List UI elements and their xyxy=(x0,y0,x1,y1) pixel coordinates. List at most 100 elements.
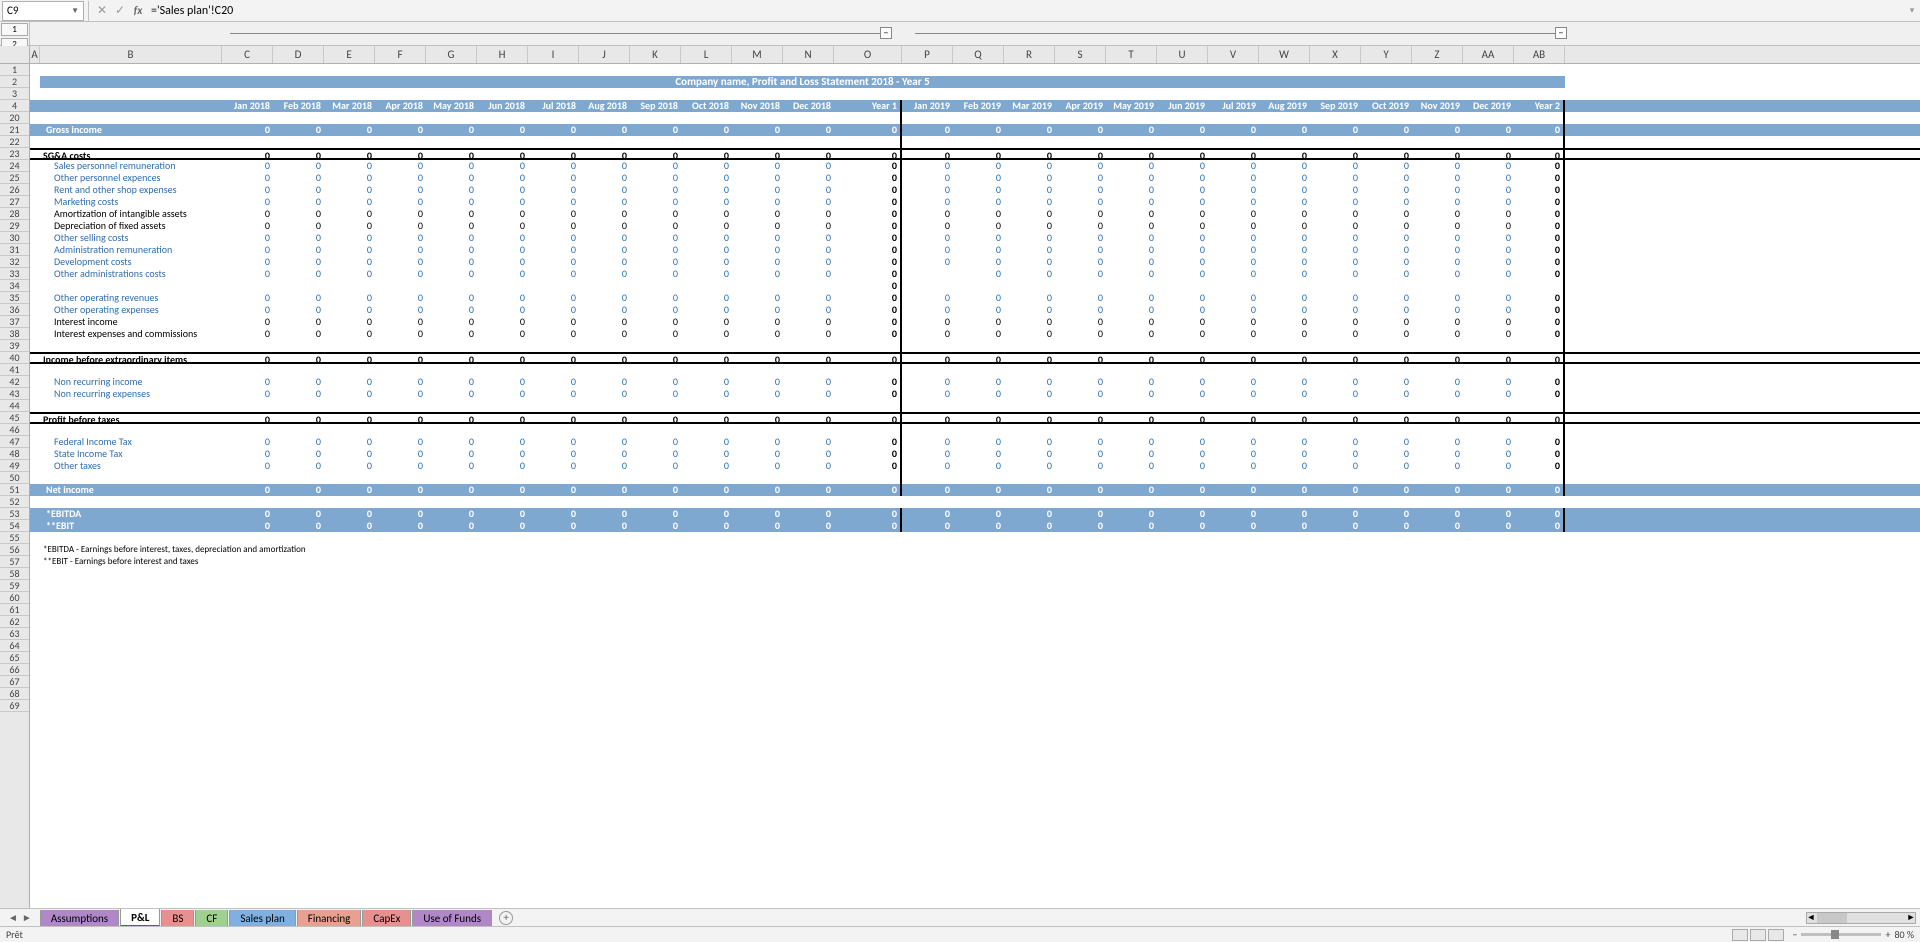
cell[interactable] xyxy=(1004,496,1055,508)
cell[interactable]: 0 xyxy=(783,414,834,422)
cell[interactable] xyxy=(902,136,953,148)
cell[interactable]: 0 xyxy=(1361,316,1412,328)
cell[interactable]: 0 xyxy=(273,268,324,280)
cell[interactable]: 0 xyxy=(1259,436,1310,448)
cell[interactable] xyxy=(953,568,1004,580)
cell[interactable]: 0 xyxy=(528,460,579,472)
cell[interactable]: 0 xyxy=(528,184,579,196)
cell[interactable] xyxy=(681,64,732,76)
cell[interactable]: 0 xyxy=(1412,354,1463,362)
cell[interactable] xyxy=(953,136,1004,148)
cell[interactable]: 0 xyxy=(1055,172,1106,184)
cell[interactable]: 0 xyxy=(375,376,426,388)
cell[interactable] xyxy=(1259,64,1310,76)
cell[interactable]: 0 xyxy=(426,436,477,448)
cell[interactable]: 0 xyxy=(732,184,783,196)
cell[interactable] xyxy=(375,664,426,676)
cell[interactable]: 0 xyxy=(1361,520,1412,532)
cell[interactable]: 0 xyxy=(783,268,834,280)
cell[interactable] xyxy=(1412,700,1463,712)
cell[interactable]: 0 xyxy=(1463,232,1514,244)
cell[interactable] xyxy=(1463,664,1514,676)
cell[interactable] xyxy=(630,688,681,700)
cell[interactable]: 0 xyxy=(426,316,477,328)
cell[interactable]: 0 xyxy=(732,376,783,388)
cell[interactable] xyxy=(953,676,1004,688)
cell[interactable]: 0 xyxy=(681,354,732,362)
cell[interactable]: 0 xyxy=(1463,220,1514,232)
cell[interactable] xyxy=(1208,136,1259,148)
cell[interactable] xyxy=(273,340,324,352)
cell[interactable] xyxy=(1310,64,1361,76)
cell[interactable] xyxy=(834,580,902,592)
cell[interactable]: 0 xyxy=(273,414,324,422)
column-header[interactable]: U xyxy=(1157,46,1208,63)
cell[interactable]: 0 xyxy=(1310,520,1361,532)
cell[interactable]: 0 xyxy=(426,124,477,136)
cell[interactable]: 0 xyxy=(1055,328,1106,340)
cell[interactable] xyxy=(375,280,426,292)
cell[interactable] xyxy=(1463,592,1514,604)
cell[interactable]: 0 xyxy=(732,388,783,400)
cell[interactable]: 0 xyxy=(834,280,902,292)
cell[interactable]: 0 xyxy=(1310,160,1361,172)
cell[interactable] xyxy=(426,640,477,652)
cell[interactable]: 0 xyxy=(783,388,834,400)
cell[interactable] xyxy=(1004,700,1055,712)
cell[interactable]: 0 xyxy=(1463,292,1514,304)
cell[interactable]: 0 xyxy=(1004,316,1055,328)
cell[interactable] xyxy=(681,364,732,376)
column-header[interactable]: F xyxy=(375,46,426,63)
cell[interactable]: 0 xyxy=(1463,160,1514,172)
cell[interactable] xyxy=(1208,592,1259,604)
cell[interactable] xyxy=(681,676,732,688)
cell[interactable]: 0 xyxy=(902,220,953,232)
cell[interactable]: 0 xyxy=(1259,256,1310,268)
cell[interactable]: 0 xyxy=(579,484,630,496)
cell[interactable]: 0 xyxy=(375,414,426,422)
cell[interactable] xyxy=(528,424,579,436)
cell[interactable]: 0 xyxy=(324,328,375,340)
cell[interactable]: 0 xyxy=(1157,448,1208,460)
cell[interactable]: 0 xyxy=(902,208,953,220)
cell[interactable] xyxy=(273,88,324,100)
cell[interactable]: 0 xyxy=(953,414,1004,422)
cell[interactable]: 0 xyxy=(426,448,477,460)
cell[interactable]: 0 xyxy=(1106,316,1157,328)
cell[interactable]: 0 xyxy=(528,354,579,362)
cell[interactable] xyxy=(1310,592,1361,604)
cell[interactable] xyxy=(732,592,783,604)
cell[interactable]: 0 xyxy=(1004,160,1055,172)
cell[interactable]: 0 xyxy=(902,484,953,496)
cell[interactable]: 0 xyxy=(1055,414,1106,422)
outline-collapse-2[interactable]: − xyxy=(1555,27,1567,39)
cell[interactable] xyxy=(1259,700,1310,712)
cell[interactable]: 0 xyxy=(1463,208,1514,220)
column-header[interactable]: M xyxy=(732,46,783,63)
cell[interactable] xyxy=(1463,640,1514,652)
cell[interactable]: 0 xyxy=(953,484,1004,496)
cell[interactable] xyxy=(477,136,528,148)
cell[interactable]: 0 xyxy=(783,232,834,244)
cell[interactable]: 0 xyxy=(1463,414,1514,422)
cell[interactable]: 0 xyxy=(1412,520,1463,532)
cell[interactable]: 0 xyxy=(222,208,273,220)
cell[interactable] xyxy=(1055,424,1106,436)
normal-view-button[interactable] xyxy=(1732,929,1748,941)
cell[interactable] xyxy=(1259,616,1310,628)
cell[interactable] xyxy=(579,664,630,676)
cell[interactable] xyxy=(732,364,783,376)
cell[interactable] xyxy=(273,688,324,700)
cell[interactable]: 0 xyxy=(324,172,375,184)
cell[interactable] xyxy=(579,496,630,508)
cell[interactable]: 0 xyxy=(1055,124,1106,136)
cell[interactable]: 0 xyxy=(1361,292,1412,304)
cell[interactable] xyxy=(953,364,1004,376)
cell[interactable] xyxy=(732,676,783,688)
cell[interactable] xyxy=(477,628,528,640)
cell[interactable]: 0 xyxy=(1208,520,1259,532)
cell[interactable]: 0 xyxy=(1310,124,1361,136)
cell[interactable]: 0 xyxy=(732,304,783,316)
cell[interactable]: 0 xyxy=(732,414,783,422)
cell[interactable] xyxy=(375,700,426,712)
